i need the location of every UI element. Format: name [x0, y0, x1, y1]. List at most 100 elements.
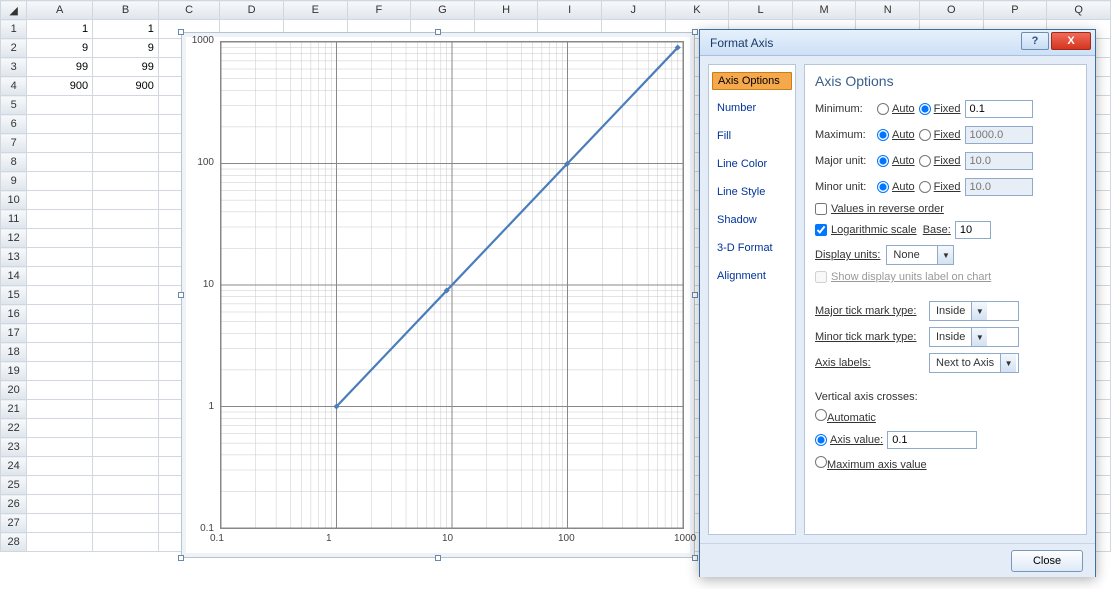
cell[interactable]	[93, 115, 159, 134]
row-header[interactable]: 22	[1, 419, 27, 438]
row-header[interactable]: 3	[1, 58, 27, 77]
close-window-button[interactable]: X	[1051, 32, 1091, 50]
column-header[interactable]: O	[920, 1, 984, 20]
row-header[interactable]: 21	[1, 400, 27, 419]
cell[interactable]: 1	[27, 20, 93, 39]
chart-handle[interactable]	[178, 292, 184, 298]
cell[interactable]	[27, 381, 93, 400]
column-header[interactable]: J	[601, 1, 665, 20]
column-header[interactable]: C	[158, 1, 219, 20]
row-header[interactable]: 7	[1, 134, 27, 153]
column-header[interactable]: B	[93, 1, 159, 20]
row-header[interactable]: 12	[1, 229, 27, 248]
row-header[interactable]: 27	[1, 514, 27, 533]
close-button[interactable]: Close	[1011, 550, 1083, 572]
cell[interactable]	[27, 191, 93, 210]
log-scale-checkbox[interactable]: Logarithmic scale Base:	[815, 221, 1076, 239]
minor-fixed-radio[interactable]: Fixed	[919, 181, 961, 193]
row-header[interactable]: 9	[1, 172, 27, 191]
major-fixed-radio[interactable]: Fixed	[919, 155, 961, 167]
cell[interactable]	[93, 533, 159, 552]
cell[interactable]	[27, 229, 93, 248]
row-header[interactable]: 18	[1, 343, 27, 362]
cell[interactable]: 900	[27, 77, 93, 96]
cell[interactable]	[93, 400, 159, 419]
cell[interactable]: 9	[93, 39, 159, 58]
minor-auto-radio[interactable]: Auto	[877, 181, 915, 193]
chart-handle[interactable]	[435, 29, 441, 35]
maximum-auto-radio[interactable]: Auto	[877, 129, 915, 141]
cell[interactable]	[93, 476, 159, 495]
row-header[interactable]: 2	[1, 39, 27, 58]
column-header[interactable]: P	[983, 1, 1047, 20]
cell[interactable]	[27, 438, 93, 457]
row-header[interactable]: 20	[1, 381, 27, 400]
row-header[interactable]: 25	[1, 476, 27, 495]
major-unit-input[interactable]	[965, 152, 1033, 170]
column-header[interactable]: I	[538, 1, 602, 20]
log-base-input[interactable]	[955, 221, 991, 239]
cell[interactable]	[27, 514, 93, 533]
row-header[interactable]: 8	[1, 153, 27, 172]
cell[interactable]	[27, 267, 93, 286]
row-header[interactable]: 16	[1, 305, 27, 324]
chart-object[interactable]: 0.11101001000 0.11101001000	[181, 32, 695, 558]
maximum-fixed-radio[interactable]: Fixed	[919, 129, 961, 141]
cell[interactable]	[93, 419, 159, 438]
cell[interactable]	[27, 248, 93, 267]
row-header[interactable]: 6	[1, 115, 27, 134]
cell[interactable]	[93, 286, 159, 305]
cell[interactable]	[93, 191, 159, 210]
sidebar-item[interactable]: 3-D Format	[709, 239, 795, 257]
cell[interactable]	[27, 362, 93, 381]
cell[interactable]	[27, 457, 93, 476]
sidebar-item[interactable]: Number	[709, 99, 795, 117]
select-all-cell[interactable]: ◢	[1, 1, 27, 20]
minor-tick-dropdown[interactable]: Inside▼	[929, 327, 1019, 347]
cell[interactable]	[27, 343, 93, 362]
row-header[interactable]: 14	[1, 267, 27, 286]
cell[interactable]: 9	[27, 39, 93, 58]
minor-unit-input[interactable]	[965, 178, 1033, 196]
row-header[interactable]: 11	[1, 210, 27, 229]
cell[interactable]	[93, 267, 159, 286]
column-header[interactable]: M	[792, 1, 856, 20]
cell[interactable]	[93, 438, 159, 457]
row-header[interactable]: 4	[1, 77, 27, 96]
chart-handle[interactable]	[692, 29, 698, 35]
cell[interactable]	[27, 153, 93, 172]
cell[interactable]	[27, 115, 93, 134]
axis-labels-dropdown[interactable]: Next to Axis▼	[929, 353, 1019, 373]
column-header[interactable]: A	[27, 1, 93, 20]
sidebar-item[interactable]: Fill	[709, 127, 795, 145]
plot-area[interactable]	[220, 41, 684, 529]
sidebar-item[interactable]: Shadow	[709, 211, 795, 229]
cell[interactable]	[93, 134, 159, 153]
cross-axis-value-input[interactable]	[887, 431, 977, 449]
chart-handle[interactable]	[178, 29, 184, 35]
column-header[interactable]: E	[283, 1, 347, 20]
chart-handle[interactable]	[692, 555, 698, 561]
cell[interactable]	[27, 495, 93, 514]
dialog-titlebar[interactable]: Format Axis ? X	[700, 30, 1095, 56]
cell[interactable]	[93, 362, 159, 381]
major-tick-dropdown[interactable]: Inside▼	[929, 301, 1019, 321]
row-header[interactable]: 13	[1, 248, 27, 267]
cell[interactable]	[93, 229, 159, 248]
cell[interactable]	[93, 172, 159, 191]
column-header[interactable]: N	[856, 1, 920, 20]
cross-maximum-radio[interactable]: Maximum axis value	[815, 456, 1076, 471]
cell[interactable]: 900	[93, 77, 159, 96]
cell[interactable]	[93, 457, 159, 476]
cell[interactable]	[27, 172, 93, 191]
maximum-input[interactable]	[965, 126, 1033, 144]
cell[interactable]	[93, 495, 159, 514]
column-header[interactable]: L	[729, 1, 793, 20]
cell[interactable]	[93, 305, 159, 324]
column-header[interactable]: F	[347, 1, 411, 20]
column-header[interactable]: D	[220, 1, 284, 20]
cell[interactable]	[93, 210, 159, 229]
cell[interactable]: 99	[93, 58, 159, 77]
minimum-auto-radio[interactable]: Auto	[877, 103, 915, 115]
minimum-input[interactable]	[965, 100, 1033, 118]
